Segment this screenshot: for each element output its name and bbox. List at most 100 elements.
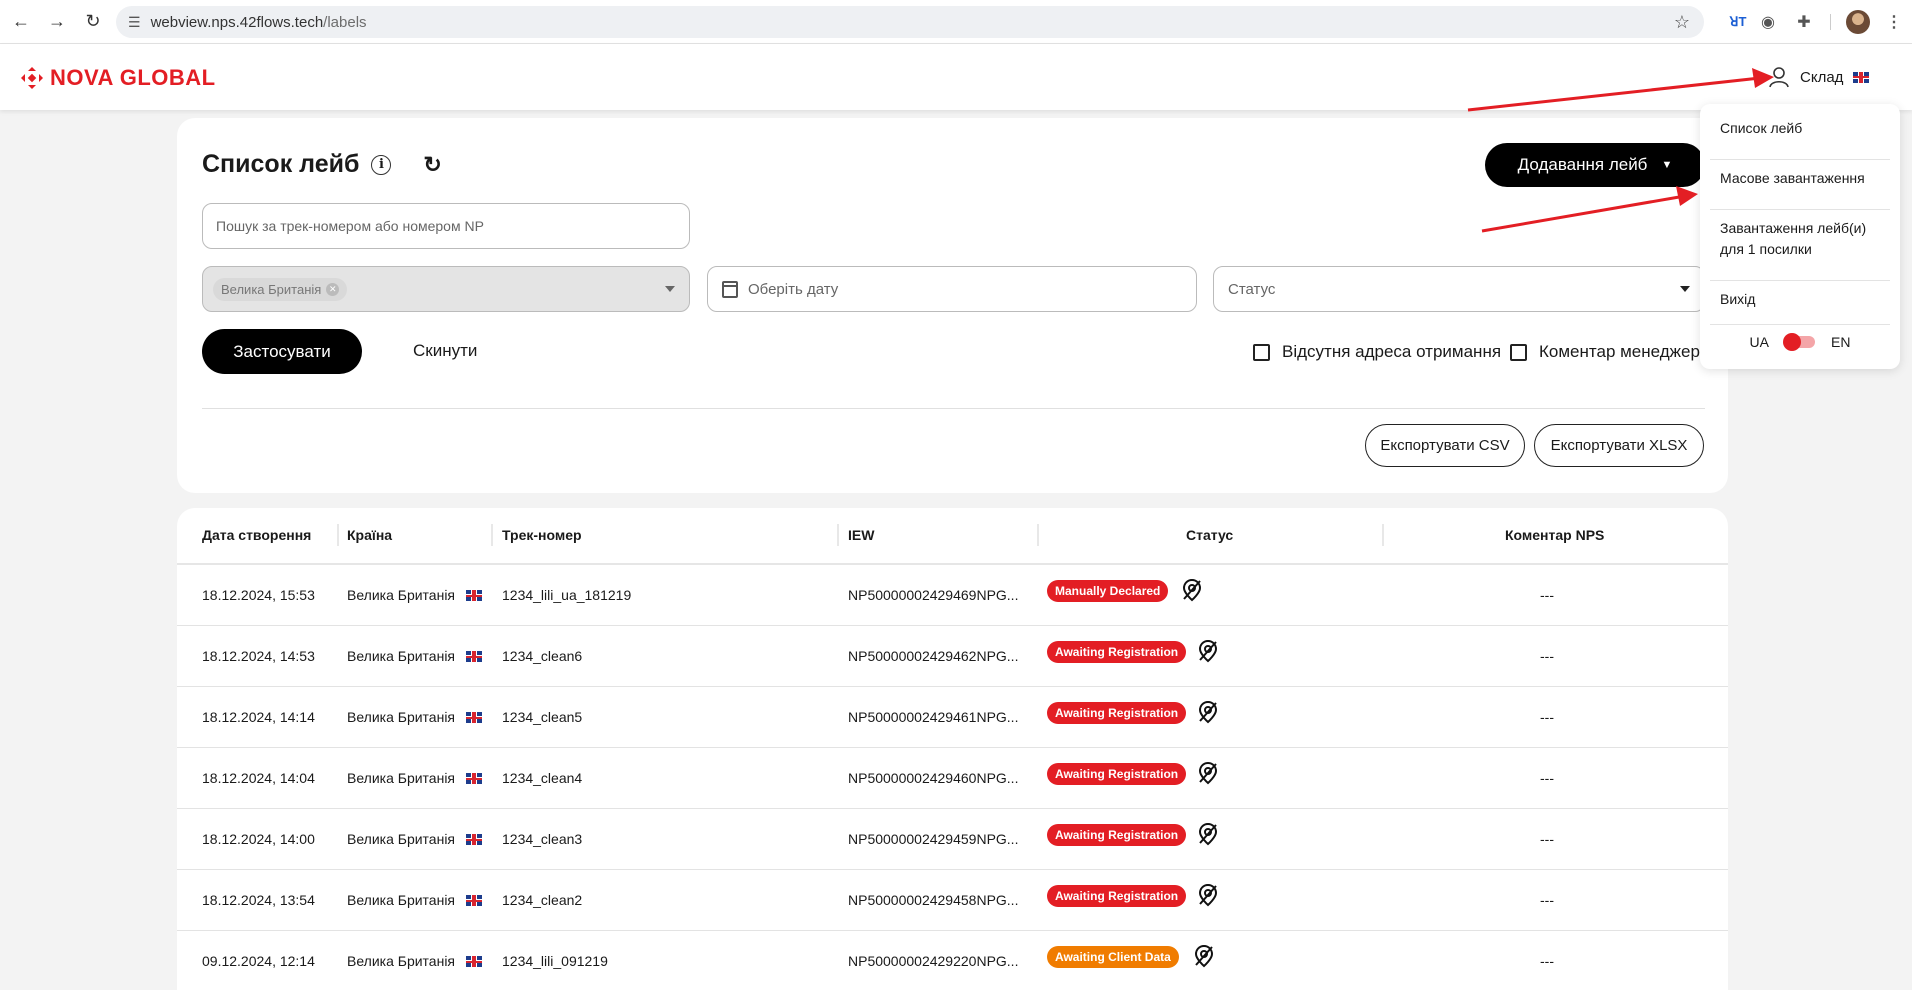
profile-avatar[interactable]	[1846, 10, 1870, 34]
table-row[interactable]: 18.12.2024, 14:53 Велика Британія 1234_cle…	[177, 626, 1728, 687]
forward-icon[interactable]: →	[42, 7, 72, 37]
info-icon[interactable]: i	[371, 154, 392, 175]
user-label: Склад	[1800, 68, 1844, 86]
cell-track-number[interactable]: 1234_lili_ua_181219	[502, 587, 631, 603]
calendar-icon	[722, 280, 738, 298]
no-address-pin-icon[interactable]	[1193, 944, 1215, 968]
status-caret-icon	[1680, 286, 1690, 292]
date-picker[interactable]: Оберіть дату	[707, 266, 1197, 312]
nova-logo-icon	[21, 67, 43, 89]
cell-nps-comment: ---	[1540, 831, 1554, 847]
cell-iew: NP50000002429458NPG...	[848, 892, 1019, 908]
add-labels-button[interactable]: Додавання лейб ▼	[1485, 143, 1705, 187]
checkbox-box[interactable]	[1510, 343, 1527, 361]
cell-date: 18.12.2024, 13:54	[202, 892, 315, 908]
column-header-status[interactable]: Статус	[1186, 527, 1233, 543]
language-switch: UA EN	[1700, 333, 1900, 351]
table-row[interactable]: 18.12.2024, 14:00 Велика Британія 1234_cle…	[177, 809, 1728, 870]
lang-en-label[interactable]: EN	[1831, 334, 1850, 350]
column-header-iew[interactable]: IEW	[848, 527, 874, 543]
menu-item-labels-list[interactable]: Список лейб	[1710, 118, 1890, 160]
toggle-knob	[1783, 333, 1801, 351]
uk-flag-icon	[466, 834, 482, 845]
cell-iew: NP50000002429220NPG...	[848, 953, 1019, 969]
translate-extension-icon[interactable]: ꓤT	[1726, 10, 1750, 34]
table-row[interactable]: 18.12.2024, 14:14 Велика Британія 1234_cle…	[177, 687, 1728, 748]
no-address-pin-icon[interactable]	[1197, 639, 1219, 663]
column-separator	[337, 524, 339, 546]
cell-track-number[interactable]: 1234_clean6	[502, 648, 582, 664]
status-badge: Awaiting Registration	[1047, 641, 1187, 663]
bookmark-star-icon[interactable]: ☆	[1674, 12, 1690, 33]
cell-iew: NP50000002429459NPG...	[848, 831, 1019, 847]
cell-track-number[interactable]: 1234_clean3	[502, 831, 582, 847]
page-title-text: Список лейб	[202, 150, 360, 178]
uk-flag-icon	[466, 895, 482, 906]
reload-icon[interactable]: ↻	[78, 7, 108, 37]
table-row[interactable]: 18.12.2024, 14:04 Велика Британія 1234_cle…	[177, 748, 1728, 809]
no-address-pin-icon[interactable]	[1197, 761, 1219, 785]
extensions-puzzle-icon[interactable]: ✚	[1792, 10, 1816, 34]
cell-track-number[interactable]: 1234_clean2	[502, 892, 582, 908]
search-placeholder: Пошук за трек-номером або номером NP	[216, 218, 484, 234]
table-row[interactable]: 09.12.2024, 12:14 Велика Британія 1234_lil…	[177, 931, 1728, 990]
caret-down-icon: ▼	[1661, 159, 1673, 171]
more-menu-icon[interactable]: ⋮	[1882, 10, 1906, 34]
country-caret-icon	[665, 286, 675, 292]
camera-icon[interactable]: ◉	[1756, 10, 1780, 34]
site-settings-icon[interactable]: ☰	[128, 14, 141, 31]
apply-button[interactable]: Застосувати	[202, 329, 362, 374]
app-header: NOVA GLOBAL Склад	[0, 44, 1912, 110]
language-toggle[interactable]	[1783, 333, 1815, 351]
menu-item-bulk-upload[interactable]: Масове завантаження	[1710, 168, 1890, 210]
cell-country: Велика Британія	[347, 892, 456, 908]
brand-logo[interactable]: NOVA GLOBAL	[20, 65, 216, 91]
no-address-pin-icon[interactable]	[1181, 578, 1203, 602]
status-select[interactable]: Статус	[1213, 266, 1705, 312]
country-select[interactable]: Велика Британія ✕	[202, 266, 690, 312]
chip-clear-icon[interactable]: ✕	[326, 282, 340, 296]
country-chip-label: Велика Британія	[221, 281, 322, 297]
toolbar-separator	[1830, 14, 1831, 30]
column-separator	[491, 524, 493, 546]
address-bar[interactable]: ☰ webview.nps.42flows.tech/labels ☆	[116, 6, 1704, 38]
table-row[interactable]: 18.12.2024, 15:53 Велика Британія 1234_lil…	[177, 565, 1728, 626]
status-badge: Awaiting Registration	[1047, 824, 1187, 846]
column-header-track[interactable]: Трек-номер	[502, 527, 582, 543]
no-address-pin-icon[interactable]	[1197, 700, 1219, 724]
country-chip: Велика Британія ✕	[213, 277, 348, 301]
uk-flag-icon	[466, 773, 482, 784]
cell-nps-comment: ---	[1540, 892, 1554, 908]
export-csv-label: Експортувати CSV	[1380, 437, 1510, 454]
status-badge: Awaiting Registration	[1047, 702, 1187, 724]
back-icon[interactable]: ←	[6, 7, 36, 37]
checkbox-box[interactable]	[1253, 343, 1270, 361]
date-placeholder: Оберіть дату	[748, 280, 839, 298]
status-badge: Awaiting Registration	[1047, 763, 1187, 785]
missing-address-checkbox[interactable]: Відсутня адреса отримання	[1253, 342, 1501, 362]
export-xlsx-button[interactable]: Експортувати XLSX	[1534, 424, 1704, 467]
cell-nps-comment: ---	[1540, 709, 1554, 725]
table-row[interactable]: 18.12.2024, 13:54 Велика Британія 1234_cle…	[177, 870, 1728, 931]
column-header-date[interactable]: Дата створення	[202, 527, 311, 543]
reset-button[interactable]: Скинути	[413, 341, 477, 361]
cell-track-number[interactable]: 1234_clean5	[502, 709, 582, 725]
missing-address-label: Відсутня адреса отримання	[1282, 342, 1502, 361]
cell-track-number[interactable]: 1234_clean4	[502, 770, 582, 786]
manager-comment-checkbox[interactable]: Коментар менеджера	[1510, 342, 1709, 362]
filters-card: Список лейб i ↻ Додавання лейб ▼ Пошук з…	[177, 118, 1728, 493]
menu-item-single-parcel-upload[interactable]: Завантаження лейб(и) для 1 посилки	[1710, 218, 1890, 281]
lang-ua-label[interactable]: UA	[1750, 334, 1769, 350]
cell-track-number[interactable]: 1234_lili_091219	[502, 953, 608, 969]
manager-comment-label: Коментар менеджера	[1539, 342, 1710, 361]
user-menu-trigger[interactable]: Склад	[1768, 66, 1870, 88]
column-header-comment[interactable]: Коментар NPS	[1505, 527, 1604, 543]
status-placeholder: Статус	[1228, 280, 1276, 298]
column-header-country[interactable]: Країна	[347, 527, 392, 543]
no-address-pin-icon[interactable]	[1197, 883, 1219, 907]
menu-item-logout[interactable]: Вихід	[1710, 289, 1890, 325]
no-address-pin-icon[interactable]	[1197, 822, 1219, 846]
export-csv-button[interactable]: Експортувати CSV	[1365, 424, 1525, 467]
search-input[interactable]: Пошук за трек-номером або номером NP	[202, 203, 690, 249]
refresh-icon[interactable]: ↻	[423, 152, 441, 178]
